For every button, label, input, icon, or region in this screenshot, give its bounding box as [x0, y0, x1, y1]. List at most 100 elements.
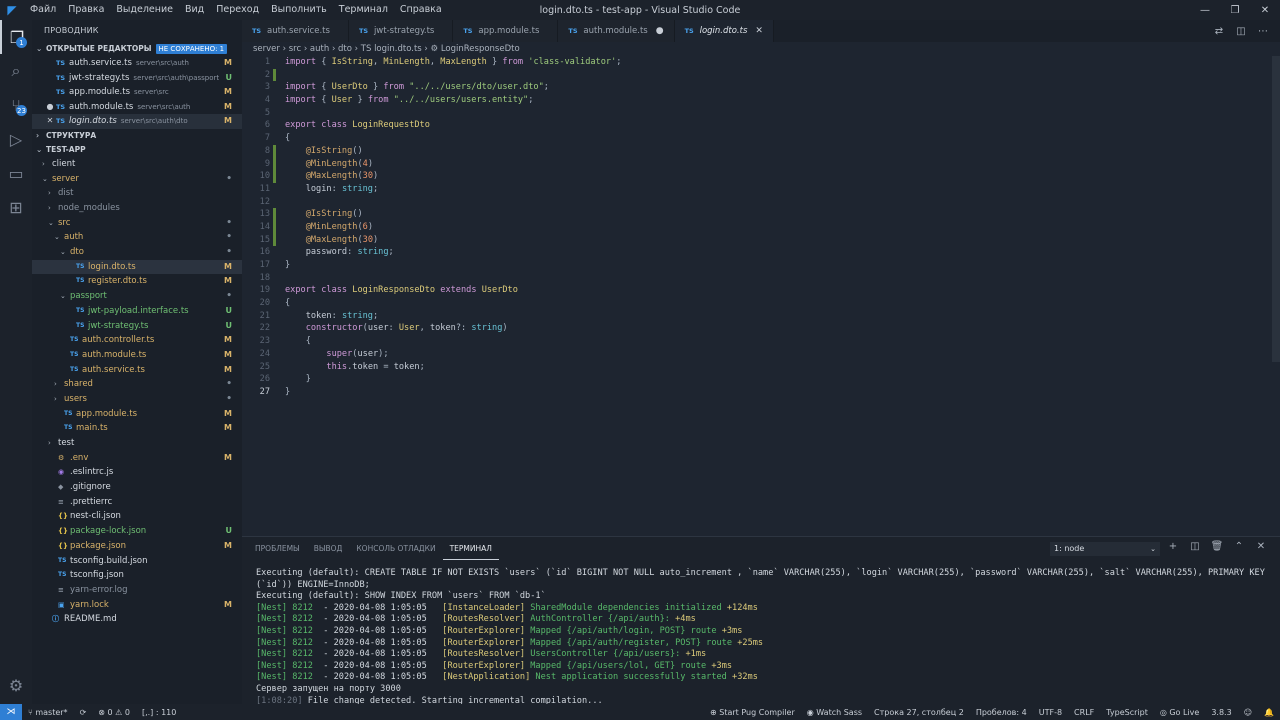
- scrollbar[interactable]: [1272, 56, 1280, 362]
- restore-icon[interactable]: ❐: [1220, 0, 1250, 20]
- menu-item[interactable]: Вид: [179, 0, 210, 20]
- explorer-icon[interactable]: ❐ 1: [0, 20, 32, 54]
- panel-tab[interactable]: КОНСОЛЬ ОТЛАДКИ: [349, 537, 442, 561]
- menu-item[interactable]: Правка: [62, 0, 110, 20]
- file-item[interactable]: TS register.dto.ts M: [32, 274, 242, 289]
- file-item[interactable]: ⚙ .env M: [32, 451, 242, 466]
- terminal-select[interactable]: 1: node ⌄: [1050, 542, 1160, 556]
- file-item[interactable]: {} package-lock.json U: [32, 524, 242, 539]
- file-item[interactable]: ▣ yarn.lock M: [32, 598, 242, 613]
- code-view[interactable]: 1 import { IsString, MinLength, MaxLength…: [242, 56, 1272, 536]
- folder-item[interactable]: ⌄ server •: [32, 172, 242, 187]
- editor-tab[interactable]: TS auth.service.ts: [242, 20, 349, 42]
- folder-item[interactable]: ⌄ src •: [32, 216, 242, 231]
- menu-item[interactable]: Выделение: [110, 0, 179, 20]
- folder-item[interactable]: ⌄ passport •: [32, 289, 242, 304]
- unsaved-dot-icon[interactable]: ●: [648, 26, 664, 36]
- open-editor-item[interactable]: TS app.module.ts server\src M: [32, 85, 242, 100]
- menu-item[interactable]: Справка: [394, 0, 448, 20]
- maximize-panel-icon[interactable]: ⌃: [1228, 541, 1250, 552]
- file-item[interactable]: ◆ .gitignore: [32, 480, 242, 495]
- split-terminal-icon[interactable]: ◫: [1184, 541, 1206, 552]
- editor-tab[interactable]: TS jwt-strategy.ts: [348, 20, 454, 42]
- close-panel-icon[interactable]: ✕: [1250, 541, 1272, 552]
- folder-item[interactable]: › test: [32, 436, 242, 451]
- sync-icon[interactable]: ⟳: [74, 708, 93, 717]
- file-item[interactable]: TS jwt-payload.interface.ts U: [32, 304, 242, 319]
- file-item[interactable]: TS auth.module.ts M: [32, 348, 242, 363]
- branch-indicator[interactable]: ⑂ master*: [22, 708, 74, 717]
- folder-item[interactable]: › node_modules: [32, 201, 242, 216]
- editor-tab[interactable]: TS login.dto.ts ✕: [674, 20, 774, 42]
- status-item[interactable]: ☺: [1238, 708, 1258, 717]
- source-control-icon[interactable]: ⑂ 23: [0, 88, 32, 122]
- breadcrumb[interactable]: server › src › auth › dto › TS login.dto…: [242, 42, 1280, 56]
- panel-tab[interactable]: ПРОБЛЕМЫ: [248, 537, 307, 561]
- minimize-icon[interactable]: —: [1190, 0, 1220, 20]
- menu-item[interactable]: Переход: [210, 0, 265, 20]
- unsaved-dot-icon[interactable]: ●: [44, 100, 56, 115]
- project-header[interactable]: ⌄ TEST-APP: [32, 143, 242, 157]
- close-tab-icon[interactable]: ✕: [747, 26, 763, 36]
- file-item[interactable]: TS login.dto.ts M: [32, 259, 242, 275]
- status-item[interactable]: UTF-8: [1033, 708, 1068, 717]
- outline-header[interactable]: › СТРУКТУРА: [32, 129, 242, 143]
- extensions-icon[interactable]: ⊞: [0, 190, 32, 224]
- run-debug-icon[interactable]: ▷: [0, 122, 32, 156]
- file-item[interactable]: TS app.module.ts M: [32, 407, 242, 422]
- open-editor-item[interactable]: TS jwt-strategy.ts server\src\auth\passpor…: [32, 71, 242, 86]
- kill-terminal-icon[interactable]: 🗑: [1206, 541, 1228, 552]
- close-icon[interactable]: ✕: [44, 114, 56, 129]
- status-item[interactable]: ◉ Watch Sass: [801, 708, 868, 717]
- remote-icon[interactable]: ⋊: [0, 704, 22, 720]
- open-editor-item[interactable]: TS auth.service.ts server\src\auth M: [32, 56, 242, 71]
- close-window-icon[interactable]: ✕: [1250, 0, 1280, 20]
- status-item[interactable]: Пробелов: 4: [970, 708, 1033, 717]
- file-item[interactable]: {} nest-cli.json: [32, 509, 242, 524]
- new-terminal-icon[interactable]: +: [1162, 541, 1184, 552]
- file-item[interactable]: TS main.ts M: [32, 421, 242, 436]
- file-item[interactable]: TS tsconfig.build.json: [32, 554, 242, 569]
- file-item[interactable]: TS tsconfig.json: [32, 568, 242, 583]
- status-extra[interactable]: [,.] : 110: [136, 708, 182, 717]
- file-item[interactable]: ≡ .prettierrc: [32, 495, 242, 510]
- open-editor-item[interactable]: ✕ TS login.dto.ts server\src\auth\dto M: [32, 114, 242, 129]
- editor-tab[interactable]: TS auth.module.ts ●: [558, 20, 675, 42]
- status-item[interactable]: TypeScript: [1100, 708, 1154, 717]
- split-editor-icon[interactable]: ◫: [1230, 26, 1252, 37]
- folder-item[interactable]: ⌄ dto •: [32, 245, 242, 260]
- file-item[interactable]: TS jwt-strategy.ts U: [32, 319, 242, 334]
- file-item[interactable]: TS auth.service.ts M: [32, 363, 242, 378]
- file-item[interactable]: TS auth.controller.ts M: [32, 333, 242, 348]
- menu-item[interactable]: Выполнить: [265, 0, 333, 20]
- file-item[interactable]: ≡ yarn-error.log: [32, 583, 242, 598]
- compare-icon[interactable]: ⇄: [1208, 26, 1230, 37]
- status-item[interactable]: CRLF: [1068, 708, 1100, 717]
- panel-tab[interactable]: ВЫВОД: [307, 537, 350, 561]
- problems-indicator[interactable]: ⊗ 0 ⚠ 0: [92, 708, 136, 717]
- folder-item[interactable]: › dist: [32, 186, 242, 201]
- folder-item[interactable]: › client: [32, 157, 242, 172]
- remote-explorer-icon[interactable]: ▭: [0, 156, 32, 190]
- folder-item[interactable]: › users •: [32, 392, 242, 407]
- folder-item[interactable]: ⌄ auth •: [32, 230, 242, 245]
- panel-tab[interactable]: ТЕРМИНАЛ: [442, 539, 499, 560]
- status-item[interactable]: ◎ Go Live: [1154, 708, 1206, 717]
- file-item[interactable]: ⓘ README.md: [32, 612, 242, 627]
- open-editor-item[interactable]: ● TS auth.module.ts server\src\auth M: [32, 100, 242, 115]
- terminal-output[interactable]: Executing (default): CREATE TABLE IF NOT…: [256, 568, 1271, 707]
- folder-item[interactable]: › shared •: [32, 377, 242, 392]
- search-icon[interactable]: ⌕: [0, 54, 32, 88]
- settings-gear-icon[interactable]: ⚙: [0, 668, 32, 702]
- menu-item[interactable]: Терминал: [333, 0, 394, 20]
- status-item[interactable]: 3.8.3: [1205, 708, 1237, 717]
- status-item[interactable]: 🔔: [1258, 708, 1280, 717]
- more-actions-icon[interactable]: ⋯: [1252, 26, 1274, 37]
- status-item[interactable]: Строка 27, столбец 2: [868, 708, 970, 717]
- file-item[interactable]: ◉ .eslintrc.js: [32, 465, 242, 480]
- file-item[interactable]: {} package.json M: [32, 539, 242, 554]
- menu-item[interactable]: Файл: [24, 0, 62, 20]
- status-item[interactable]: ⊕ Start Pug Compiler: [704, 708, 801, 717]
- editor-tab[interactable]: TS app.module.ts: [453, 20, 559, 42]
- open-editors-header[interactable]: ⌄ ОТКРЫТЫЕ РЕДАКТОРЫ НЕ СОХРАНЕНО: 1: [32, 42, 242, 56]
